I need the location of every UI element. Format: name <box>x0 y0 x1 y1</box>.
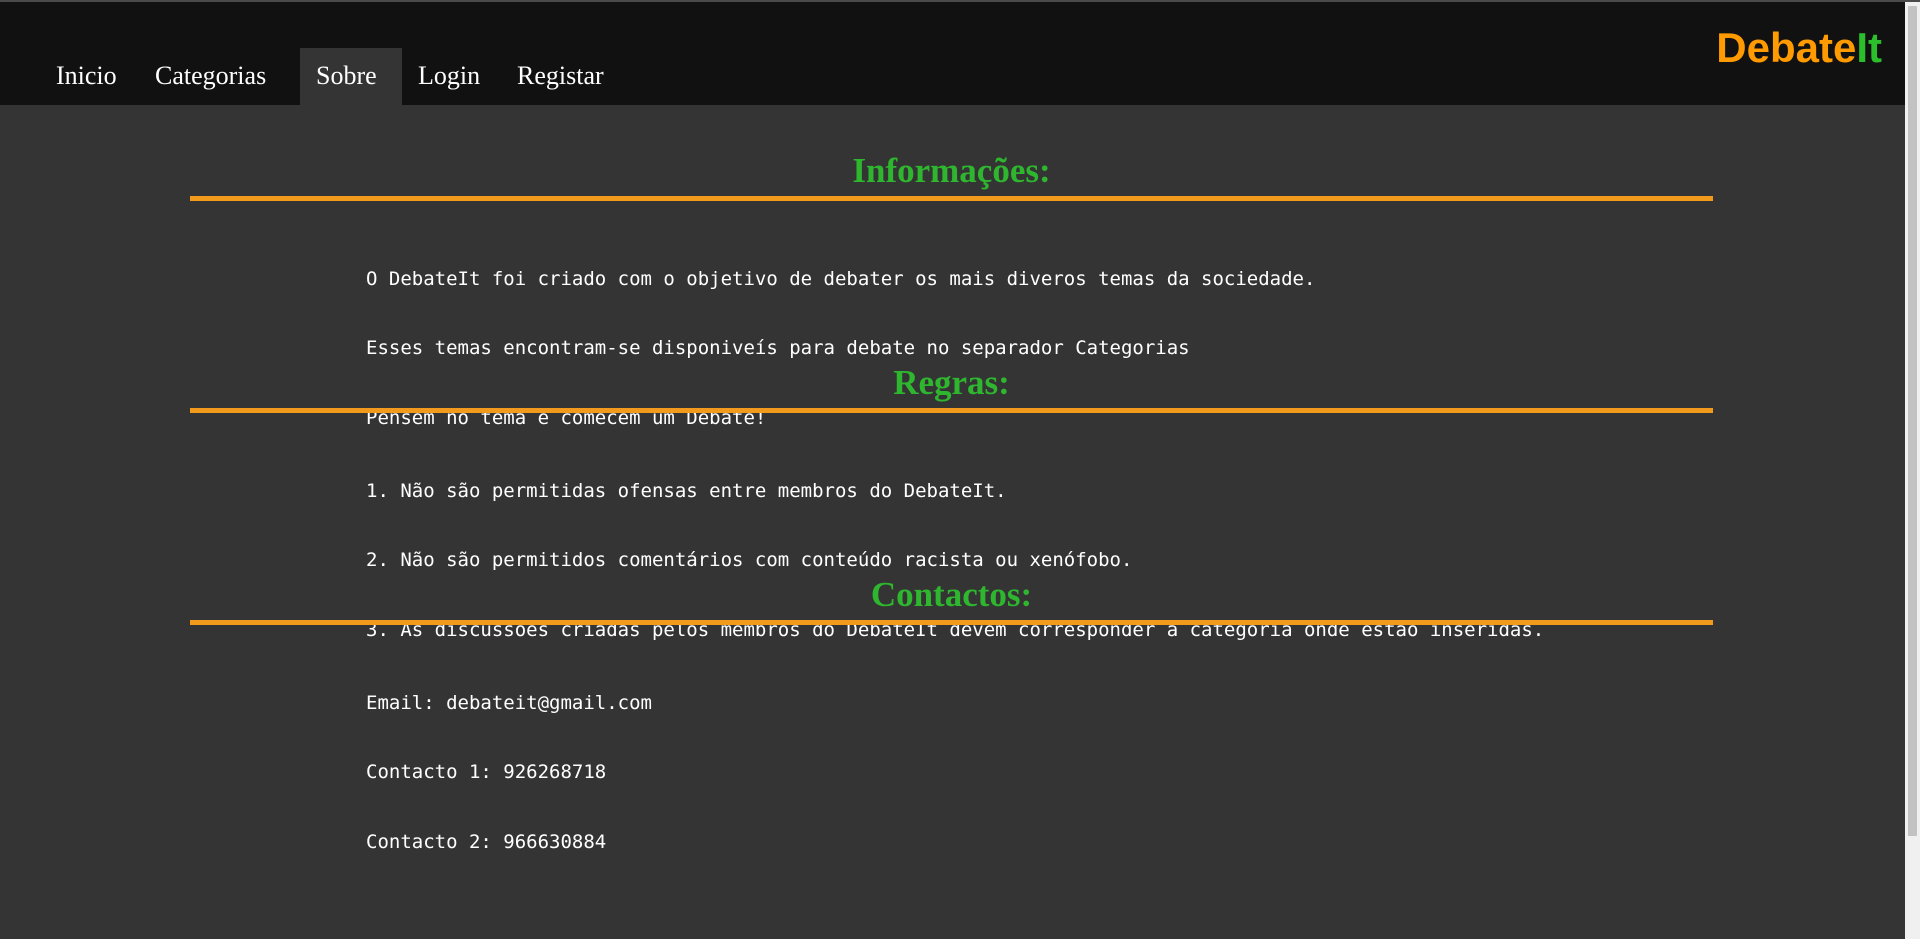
nav-item-inicio[interactable]: Inicio <box>40 48 133 105</box>
info-divider <box>190 196 1713 201</box>
logo-debate-text: Debate <box>1716 24 1857 71</box>
info-line: Esses temas encontram-se disponiveís par… <box>366 337 1190 360</box>
nav-item-categorias[interactable]: Categorias <box>139 48 282 105</box>
contacts-divider <box>190 620 1713 625</box>
navbar: Inicio Categorias Sobre Login Registar D… <box>0 2 1920 105</box>
logo-it-text: It <box>1856 24 1882 71</box>
info-line: O DebateIt foi criado com o objetivo de … <box>366 267 1316 290</box>
rules-divider <box>190 408 1713 413</box>
info-title: Informações: <box>852 151 1051 190</box>
contact-email: Email: debateit@gmail.com <box>366 691 652 714</box>
nav-item-login[interactable]: Login <box>402 48 496 105</box>
contacts-body: Email: debateit@gmail.com Contacto 1: 92… <box>366 645 652 878</box>
nav-item-sobre[interactable]: Sobre <box>300 48 402 105</box>
info-body: O DebateIt foi criado com o objetivo de … <box>366 221 1315 454</box>
contacts-title: Contactos: <box>870 575 1033 614</box>
contact-phone-1: Contacto 1: 926268718 <box>366 761 607 784</box>
contact-phone-2: Contacto 2: 966630884 <box>366 831 607 854</box>
rules-body: 1. Não são permitidas ofensas entre memb… <box>366 433 1544 666</box>
rule-item: 2. Não são permitidos comentários com co… <box>366 549 1133 572</box>
nav-item-registar[interactable]: Registar <box>501 48 620 105</box>
vertical-scrollbar[interactable] <box>1905 2 1920 939</box>
rules-title: Regras: <box>893 363 1010 402</box>
logo[interactable]: DebateIt <box>1716 24 1882 72</box>
scrollbar-thumb[interactable] <box>1908 6 1917 836</box>
rule-item: 1. Não são permitidas ofensas entre memb… <box>366 479 1007 502</box>
